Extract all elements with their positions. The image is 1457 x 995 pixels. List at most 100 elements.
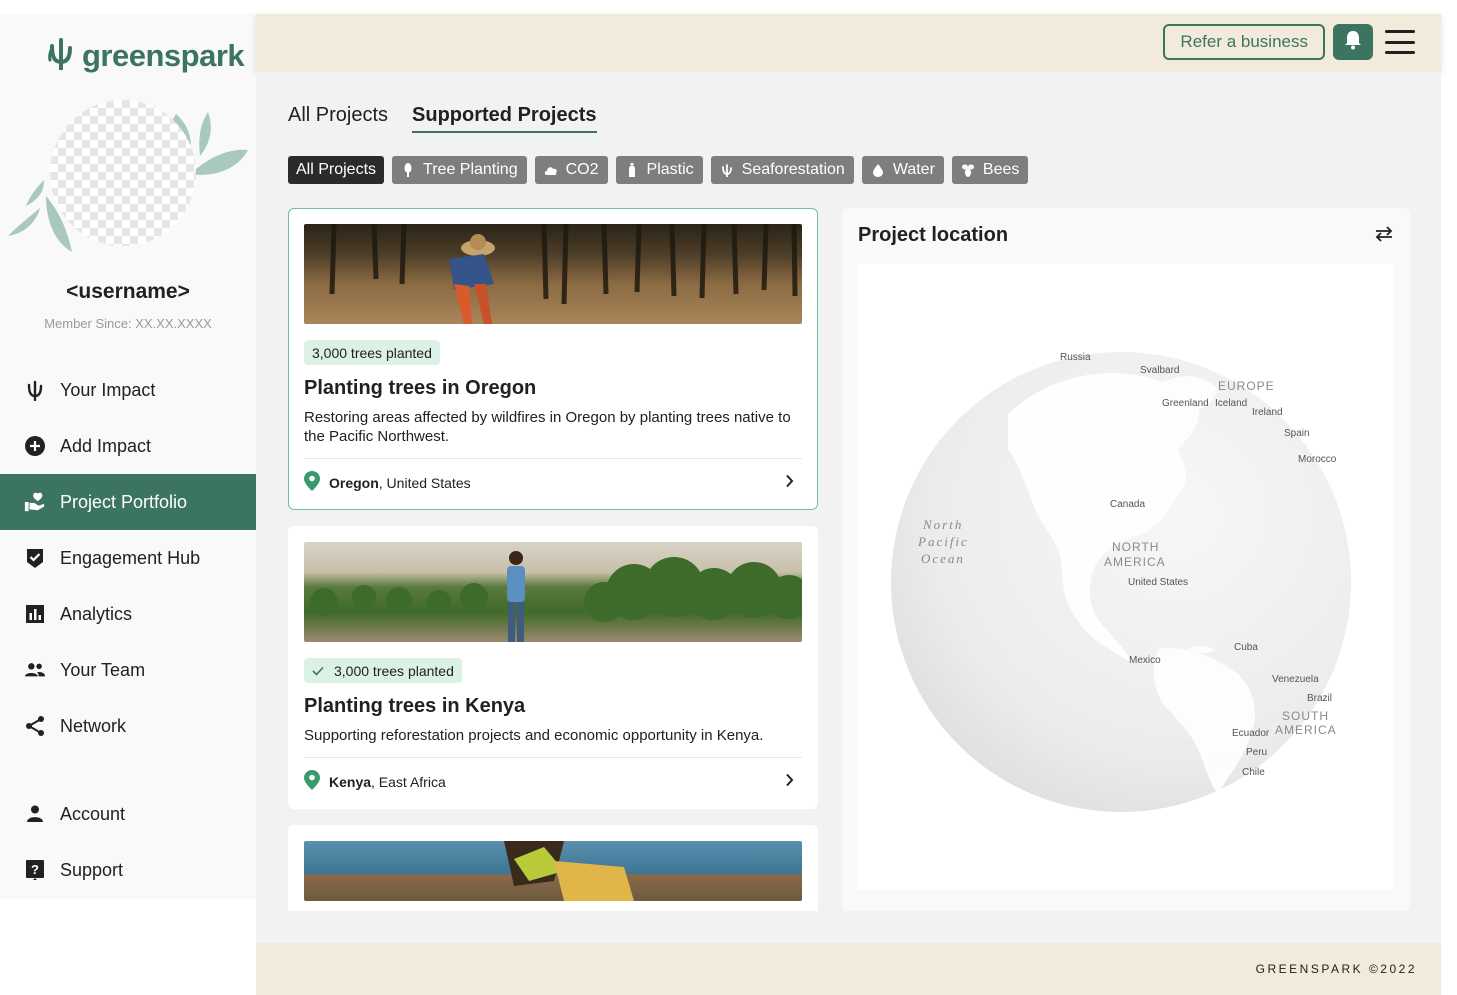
- help-icon: ?: [24, 859, 46, 881]
- bell-icon: [1344, 30, 1362, 55]
- tree-icon: [401, 163, 415, 177]
- username: <username>: [66, 280, 190, 303]
- location-name: Kenya: [329, 773, 372, 790]
- brand-logo[interactable]: greenspark: [46, 36, 245, 75]
- map-label-north-america-2: AMERICA: [1104, 555, 1166, 569]
- project-tabs: All Projects Supported Projects: [288, 104, 597, 133]
- sidebar-item-label: Analytics: [60, 603, 133, 624]
- map-label-chile: Chile: [1242, 767, 1265, 778]
- badge-text: 3,000 trees planted: [312, 344, 432, 361]
- map-label-greenland: Greenland: [1162, 398, 1209, 409]
- filter-label: All Projects: [296, 161, 377, 178]
- filter-label: Water: [892, 161, 935, 178]
- map-label-europe: EUROPE: [1218, 379, 1275, 393]
- avatar-area: [0, 96, 256, 256]
- leaf-logo-icon: [46, 36, 76, 75]
- map-label-ocean-2: Pacific: [917, 534, 969, 549]
- sidebar-item-project-portfolio[interactable]: Project Portfolio: [0, 474, 256, 530]
- location-pin-icon: [304, 770, 320, 793]
- map-label-brazil: Brazil: [1307, 693, 1332, 704]
- filter-plastic[interactable]: Plastic: [615, 156, 703, 184]
- seaweed-icon: [720, 163, 734, 177]
- map-label-ecuador: Ecuador: [1232, 728, 1270, 739]
- tab-supported-projects[interactable]: Supported Projects: [412, 104, 597, 133]
- map-label-ocean-3: Ocean: [921, 551, 965, 566]
- sidebar-item-label: Engagement Hub: [60, 547, 201, 568]
- location-region: , East Africa: [371, 773, 446, 790]
- sidebar-item-label: Project Portfolio: [60, 491, 188, 512]
- sidebar-item-analytics[interactable]: Analytics: [0, 586, 256, 642]
- filter-label: Plastic: [646, 161, 694, 178]
- sidebar-item-account[interactable]: Account: [0, 786, 256, 842]
- project-location: Oregon, United States: [304, 458, 802, 494]
- water-drop-icon: [871, 163, 885, 177]
- sidebar-item-add-impact[interactable]: Add Impact: [0, 418, 256, 474]
- bar-chart-icon: [24, 603, 46, 625]
- filter-label: Seaforestation: [741, 161, 845, 178]
- category-filters: All Projects Tree Planting CO2 Plastic S…: [288, 156, 1029, 184]
- hamburger-menu-icon[interactable]: [1385, 30, 1415, 54]
- hand-heart-icon: [24, 491, 46, 513]
- sidebar-item-label: Add Impact: [60, 435, 152, 456]
- sidebar-item-support[interactable]: ? Support: [0, 842, 256, 898]
- map-label-venezuela: Venezuela: [1272, 674, 1319, 685]
- project-image: [304, 542, 802, 642]
- leaf-decoration-left-icon: [8, 180, 72, 252]
- map-label-iceland: Iceland: [1215, 398, 1247, 409]
- map-label-united-states: United States: [1128, 577, 1188, 588]
- sidebar-item-engagement-hub[interactable]: Engagement Hub: [0, 530, 256, 586]
- check-icon: [312, 663, 324, 679]
- project-title: Planting trees in Oregon: [304, 377, 537, 399]
- world-map[interactable]: Russia Svalbard Greenland Iceland Irelan…: [858, 264, 1394, 890]
- map-label-cuba: Cuba: [1234, 642, 1258, 653]
- app-root: greenspark <username> Member Since: XX.X…: [0, 0, 1457, 995]
- location-region: , United States: [378, 474, 471, 491]
- chevron-right-icon[interactable]: [785, 773, 794, 790]
- sidebar-nav: Your Impact Add Impact Project Portfolio…: [0, 362, 256, 898]
- project-list: 3,000 trees planted Planting trees in Or…: [288, 208, 818, 911]
- map-label-ireland: Ireland: [1252, 407, 1283, 418]
- shield-check-icon: [24, 547, 46, 569]
- filter-co2[interactable]: CO2: [534, 156, 608, 184]
- filter-bees[interactable]: Bees: [951, 156, 1029, 184]
- notifications-button[interactable]: [1333, 24, 1373, 60]
- sidebar: greenspark <username> Member Since: XX.X…: [0, 14, 256, 899]
- map-label-canada: Canada: [1110, 499, 1145, 510]
- filter-label: CO2: [565, 161, 599, 178]
- map-label-peru: Peru: [1246, 747, 1267, 758]
- tab-all-projects[interactable]: All Projects: [288, 104, 388, 133]
- member-since: Member Since: XX.XX.XXXX: [44, 316, 212, 331]
- impact-badge: 3,000 trees planted: [304, 658, 462, 683]
- refer-business-button[interactable]: Refer a business: [1163, 24, 1325, 60]
- project-location-panel: Project location Russia Svalbard Greenla…: [842, 208, 1410, 911]
- map-label-spain: Spain: [1284, 428, 1310, 439]
- sidebar-item-your-impact[interactable]: Your Impact: [0, 362, 256, 418]
- main-content: All Projects Supported Projects All Proj…: [256, 72, 1441, 943]
- filter-water[interactable]: Water: [861, 156, 944, 184]
- impact-badge: 3,000 trees planted: [304, 340, 440, 365]
- filter-tree-planting[interactable]: Tree Planting: [392, 156, 527, 184]
- sidebar-item-label: Account: [60, 803, 126, 824]
- bee-icon: [961, 163, 975, 177]
- filter-label: Tree Planting: [423, 161, 518, 178]
- sidebar-item-label: Your Team: [60, 659, 146, 680]
- chevron-right-icon[interactable]: [785, 474, 794, 491]
- sidebar-item-label: Your Impact: [60, 379, 156, 400]
- sidebar-item-label: Network: [60, 715, 127, 736]
- project-card-partial[interactable]: [288, 825, 818, 911]
- project-card-oregon[interactable]: 3,000 trees planted Planting trees in Or…: [288, 208, 818, 510]
- project-card-kenya[interactable]: 3,000 trees planted Planting trees in Ke…: [288, 526, 818, 809]
- sidebar-item-your-team[interactable]: Your Team: [0, 642, 256, 698]
- sidebar-item-network[interactable]: Network: [0, 698, 256, 754]
- map-label-svalbard: Svalbard: [1140, 365, 1179, 376]
- swap-arrows-icon[interactable]: [1374, 226, 1394, 247]
- filter-all-projects[interactable]: All Projects: [288, 156, 385, 184]
- brand-name: greenspark: [82, 37, 245, 73]
- filter-seaforestation[interactable]: Seaforestation: [710, 156, 854, 184]
- svg-text:?: ?: [31, 862, 39, 877]
- location-panel-title: Project location: [858, 224, 1009, 246]
- map-label-north-america-1: NORTH: [1112, 540, 1159, 554]
- sidebar-item-label: Support: [60, 859, 124, 880]
- cloud-icon: [544, 163, 558, 177]
